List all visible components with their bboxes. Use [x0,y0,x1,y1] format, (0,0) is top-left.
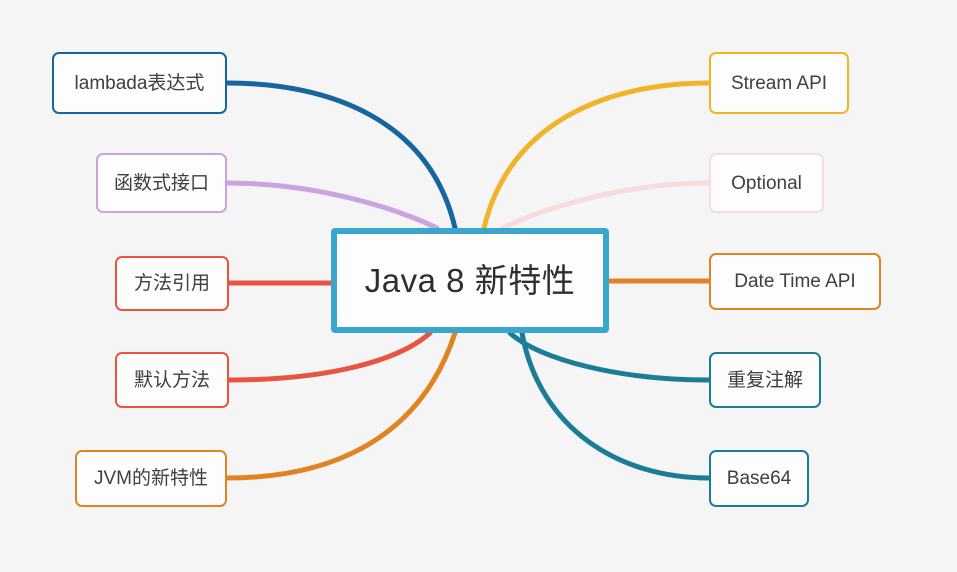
connector-lambda [224,80,458,231]
connector-functional-interface [224,180,440,231]
branch-node-label: Optional [731,172,802,194]
branch-node-label: 函数式接口 [113,172,209,194]
branch-node-stream-api[interactable]: Stream API [709,52,849,114]
connector-repeatable-annotation [507,330,712,383]
branch-node-base64[interactable]: Base64 [709,450,809,507]
connector-stream-api [481,80,712,231]
mindmap-canvas: lambada表达式函数式接口方法引用默认方法 JVM的新特性 Stream API… [0,0,957,572]
branch-node-optional[interactable]: Optional [709,153,824,213]
branch-node-default-method[interactable]: 默认方法 [115,352,229,408]
branch-node-label: JVM的新特性 [93,468,208,489]
central-node[interactable]: Java 8 新特性 [331,228,609,333]
branch-node-label: Stream API [730,72,828,94]
connector-optional [500,180,712,231]
branch-node-method-reference[interactable]: 方法引用 [115,256,229,311]
branch-node-repeatable-annotation[interactable]: 重复注解 [709,352,821,408]
branch-node-date-time-api[interactable]: Date Time API [709,253,881,310]
branch-node-label: Base64 [726,468,792,489]
branch-node-label: lambada表达式 [74,72,205,94]
central-node-label: Java 8 新特性 [364,262,576,299]
connector-default-method [226,330,433,383]
branch-node-functional-interface[interactable]: 函数式接口 [96,153,227,213]
branch-node-jvm-features[interactable]: JVM的新特性 [75,450,227,507]
branch-node-lambda[interactable]: lambada表达式 [52,52,227,114]
branch-node-label: 方法引用 [133,273,210,294]
branch-node-label: Date Time API [734,271,856,292]
branch-node-label: 默认方法 [133,369,210,391]
connector-jvm-features [224,330,458,481]
connector-base64 [519,330,712,481]
branch-node-label: 重复注解 [726,369,803,391]
